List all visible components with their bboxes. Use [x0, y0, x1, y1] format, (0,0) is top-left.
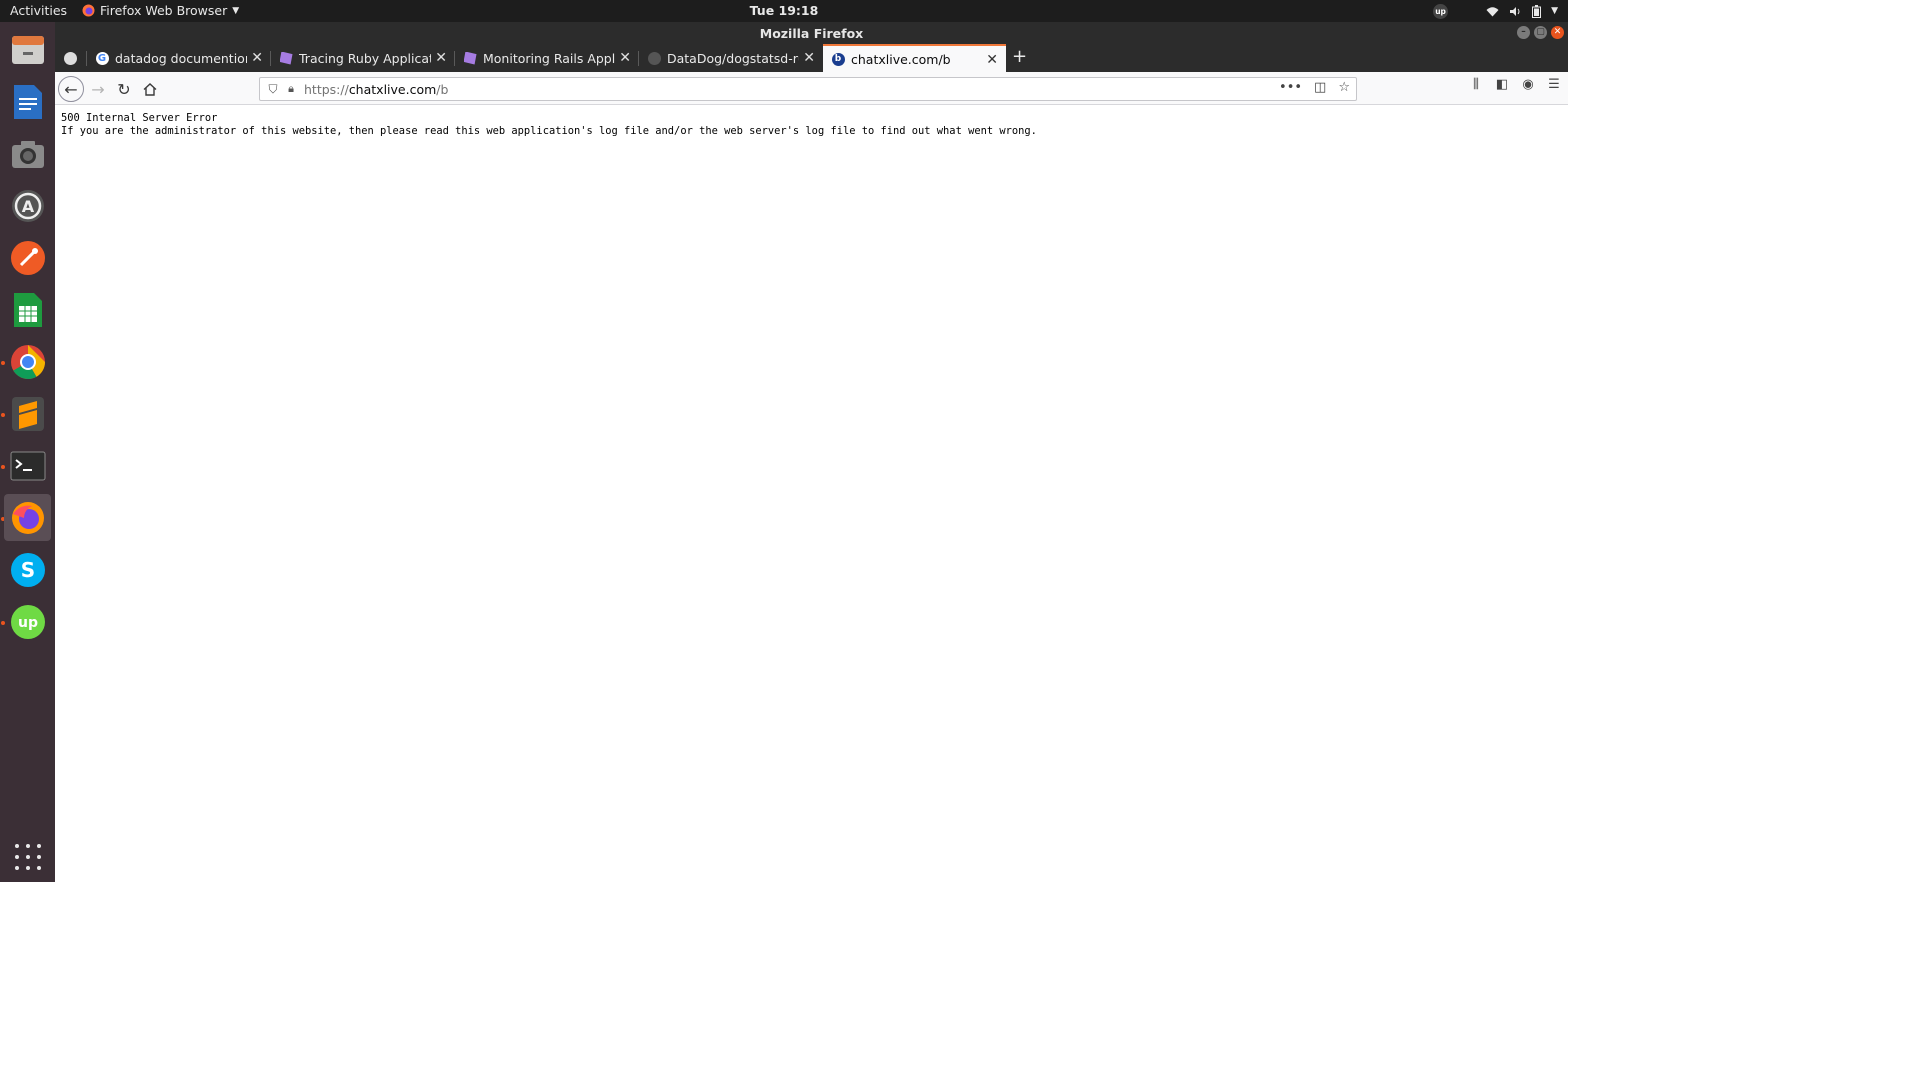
- close-window-button[interactable]: ✕: [1551, 26, 1564, 39]
- hamburger-menu-icon[interactable]: ☰: [1546, 77, 1562, 92]
- chrome-icon: [9, 343, 47, 381]
- arrow-right-icon: →: [91, 79, 105, 99]
- battery-icon: [1532, 4, 1542, 18]
- tab-label: Monitoring Rails Applications: [483, 50, 615, 66]
- dock-skype[interactable]: S: [4, 546, 51, 593]
- tab-monitoring-rails[interactable]: Monitoring Rails Applications ✕: [455, 44, 639, 72]
- forward-button[interactable]: →: [86, 77, 110, 101]
- close-tab-icon[interactable]: ✕: [803, 50, 815, 66]
- show-applications-icon[interactable]: [15, 844, 41, 870]
- dock-chrome[interactable]: [4, 338, 51, 385]
- sidebar-icon[interactable]: ◧: [1494, 77, 1510, 92]
- tab-dogstatsd-ruby[interactable]: DataDog/dogstatsd-ruby ✕: [639, 44, 823, 72]
- bookmark-star-icon[interactable]: ☆: [1338, 80, 1350, 95]
- dock-terminal[interactable]: [4, 442, 51, 489]
- tab-label: Tracing Ruby Applications: [299, 50, 431, 66]
- gnome-top-bar: Activities Firefox Web Browser ▼ Tue 19:…: [0, 0, 1568, 22]
- dock-files[interactable]: [4, 26, 51, 73]
- tab-chatxlive[interactable]: b chatxlive.com/b ✕: [823, 44, 1006, 72]
- close-tab-icon[interactable]: ✕: [619, 50, 631, 66]
- window-title: Mozilla Firefox: [759, 26, 864, 41]
- upwork-tray-icon[interactable]: up: [1433, 3, 1449, 19]
- home-icon: [143, 82, 157, 96]
- reload-button[interactable]: ↻: [112, 77, 136, 101]
- sublime-icon: [9, 395, 47, 433]
- pocket-icon[interactable]: ◫: [1314, 80, 1326, 95]
- svg-text:S: S: [20, 558, 34, 582]
- reload-icon: ↻: [117, 79, 131, 99]
- dock-software-updater[interactable]: A: [4, 182, 51, 229]
- svg-text:up: up: [18, 615, 38, 631]
- new-tab-button[interactable]: +: [1012, 46, 1027, 67]
- back-button[interactable]: ←: [58, 76, 84, 102]
- tab-label: chatxlive.com/b: [851, 51, 951, 67]
- page-content: 500 Internal Server Error If you are the…: [55, 106, 1568, 882]
- error-heading: 500 Internal Server Error: [61, 112, 218, 124]
- dock-sublime[interactable]: [4, 390, 51, 437]
- maximize-button[interactable]: ▢: [1534, 26, 1547, 39]
- arrow-left-icon: ←: [64, 79, 78, 99]
- tracking-shield-icon[interactable]: ⛉: [262, 82, 284, 97]
- close-tab-icon[interactable]: ✕: [435, 50, 447, 66]
- home-button[interactable]: [138, 77, 162, 101]
- tab-pinned-github[interactable]: [55, 44, 87, 72]
- screenshot-icon: [9, 135, 47, 173]
- writer-icon: [9, 83, 47, 121]
- window-controls: – ▢ ✕: [1517, 26, 1564, 39]
- url-bar[interactable]: ⛉ 🔒︎ https://chatxlive.com/b ••• ◫ ☆: [259, 77, 1357, 101]
- toolbar-right: ⫼ ◧ ◉ ☰: [1468, 77, 1562, 92]
- skype-icon: S: [9, 551, 47, 589]
- calc-icon: [9, 291, 47, 329]
- url-path: /b: [436, 81, 449, 97]
- url-host: chatxlive.com: [348, 81, 437, 97]
- github-icon: [647, 51, 661, 65]
- files-icon: [9, 31, 47, 69]
- tab-label: DataDog/dogstatsd-ruby: [667, 50, 799, 66]
- software-updater-icon: A: [9, 187, 47, 225]
- clock[interactable]: Tue 19:18: [0, 3, 1568, 18]
- tab-label: datadog documention ruby: [115, 50, 247, 66]
- lock-icon[interactable]: 🔒︎: [284, 82, 298, 96]
- upwork-icon: up: [9, 603, 47, 641]
- dock-firefox[interactable]: [4, 494, 51, 541]
- wifi-icon: [1486, 6, 1499, 16]
- navigation-toolbar: ← → ↻ ⛉ 🔒︎ https://chatxlive.com/b ••• ◫…: [55, 72, 1568, 105]
- dock-writer[interactable]: [4, 78, 51, 125]
- dock-postman[interactable]: [4, 234, 51, 281]
- window-titlebar: Mozilla Firefox – ▢ ✕: [55, 22, 1568, 44]
- tab-strip: G datadog documention ruby ✕ Tracing Rub…: [55, 44, 1568, 72]
- error-message: If you are the administrator of this web…: [61, 124, 1037, 137]
- volume-icon: [1510, 6, 1520, 16]
- minimize-button[interactable]: –: [1517, 26, 1530, 39]
- firefox-icon: [9, 499, 47, 537]
- url-actions: ••• ◫ ☆: [1279, 80, 1350, 95]
- svg-text:A: A: [21, 197, 34, 216]
- close-tab-icon[interactable]: ✕: [986, 52, 998, 68]
- tab-datadog-documention[interactable]: G datadog documention ruby ✕: [87, 44, 271, 72]
- account-icon[interactable]: ◉: [1520, 77, 1536, 92]
- close-tab-icon[interactable]: ✕: [251, 50, 263, 66]
- datadog-icon: [279, 51, 293, 65]
- system-tray[interactable]: up ▼: [1433, 2, 1558, 20]
- dock-screenshot[interactable]: [4, 130, 51, 177]
- system-menu-chevron-icon[interactable]: ▼: [1551, 6, 1558, 16]
- github-icon: [63, 51, 77, 65]
- terminal-icon: [9, 447, 47, 485]
- tab-tracing-ruby[interactable]: Tracing Ruby Applications ✕: [271, 44, 455, 72]
- google-icon: G: [95, 51, 109, 65]
- postman-icon: [9, 239, 47, 277]
- site-b-icon: b: [831, 52, 845, 66]
- page-actions-icon[interactable]: •••: [1279, 80, 1302, 95]
- datadog-icon: [463, 51, 477, 65]
- dock-calc[interactable]: [4, 286, 51, 333]
- ubuntu-dock: A S up: [0, 22, 55, 882]
- library-icon[interactable]: ⫼: [1468, 77, 1484, 92]
- url-protocol: https://: [304, 81, 349, 97]
- dock-upwork[interactable]: up: [4, 598, 51, 645]
